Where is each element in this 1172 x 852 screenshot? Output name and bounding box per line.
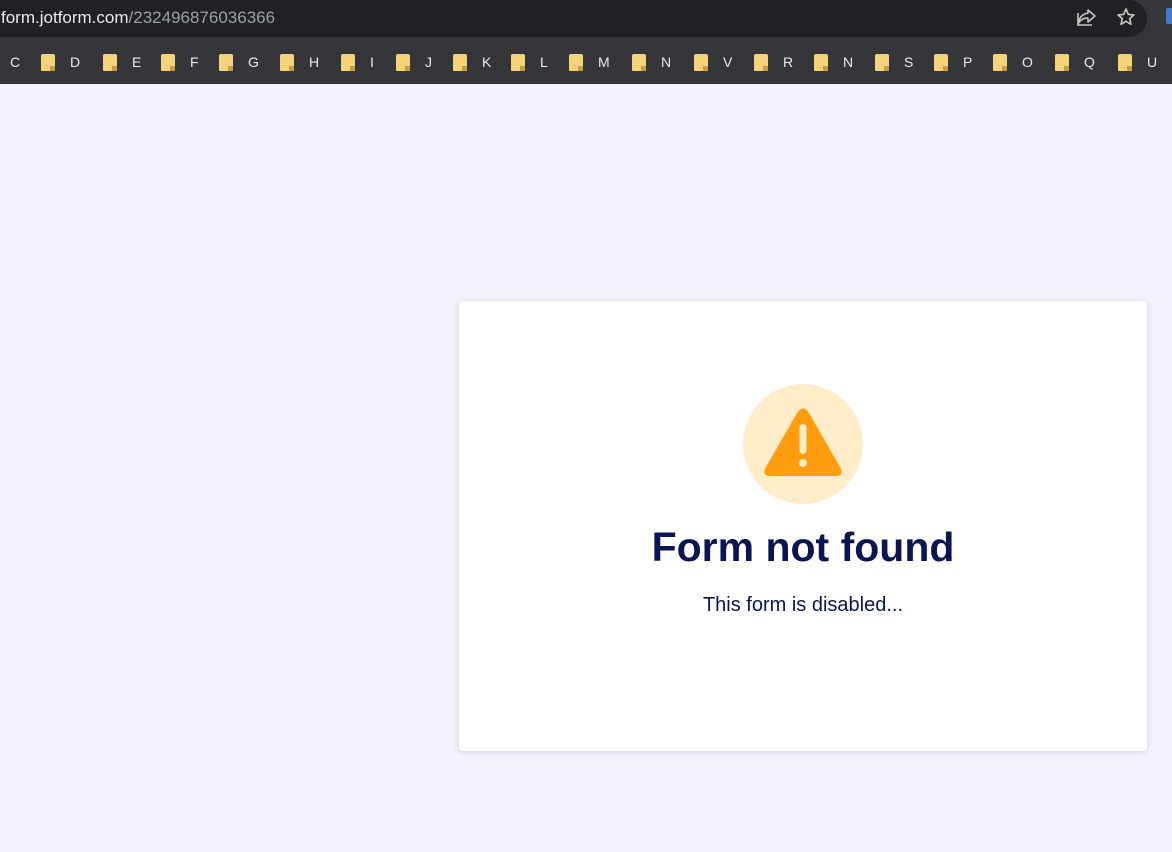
folder-icon [934,53,948,71]
star-icon[interactable] [1114,7,1138,29]
folder-icon [993,53,1007,71]
bookmark-label: F [190,54,199,70]
bookmark-label: R [783,54,794,70]
bookmark-item[interactable]: K [453,52,491,72]
bookmark-label: G [248,54,259,70]
bookmark-item[interactable]: R [754,52,793,72]
folder-icon [814,53,828,71]
bookmark-label: P [963,54,973,70]
bookmark-label: I [370,54,374,70]
bookmark-label: C [10,54,21,70]
bookmark-label: M [598,54,610,70]
share-icon[interactable] [1075,7,1099,29]
bookmark-item[interactable]: J [396,52,432,72]
bookmark-item[interactable]: M [569,52,610,72]
folder-icon [219,53,233,71]
folder-icon [694,53,708,71]
folder-icon [103,53,117,71]
browser-toolbar: form.jotform.com/232496876036366 [0,0,1172,39]
bookmark-item[interactable]: S [875,52,913,72]
bookmark-label: Q [1084,54,1095,70]
bookmark-item[interactable]: P [934,52,972,72]
bookmark-item[interactable]: G [219,52,259,72]
error-message: This form is disabled... [702,594,904,616]
folder-icon [280,53,294,71]
bookmark-label: D [70,54,81,70]
bookmark-item[interactable]: H [280,52,319,72]
warning-icon [764,408,842,476]
bookmark-label: K [482,54,492,70]
url-path: /232496876036366 [128,8,276,27]
bookmark-item[interactable]: Q [1055,52,1095,72]
bookmark-item[interactable]: V [694,52,732,72]
bookmark-label: N [661,54,672,70]
folder-icon [396,53,410,71]
bookmark-label: S [904,54,914,70]
extension-icon[interactable] [1166,8,1172,24]
folder-icon [754,53,768,71]
bookmark-label: V [723,54,733,70]
folder-icon [875,53,889,71]
url-host: form.jotform.com [1,8,129,27]
bookmark-item[interactable]: U [1118,52,1157,72]
page-title: Form not found [651,524,955,570]
bookmark-item[interactable]: C [10,52,20,72]
folder-icon [1055,53,1069,71]
bookmark-item[interactable]: I [341,52,374,72]
folder-icon [341,53,355,71]
bookmark-label: O [1022,54,1033,70]
bookmark-label: U [1147,54,1158,70]
bookmark-item[interactable]: N [814,52,853,72]
bookmark-item[interactable]: N [632,52,671,72]
bookmarks-bar: CDEFGHIJKLMNVRNSPOQU [0,39,1172,84]
bookmark-label: H [309,54,320,70]
url-text[interactable]: form.jotform.com/232496876036366 [1,8,275,28]
folder-icon [161,53,175,71]
warning-icon-container [743,384,863,504]
bookmark-item[interactable]: L [511,52,548,72]
address-bar[interactable]: form.jotform.com/232496876036366 [0,0,1147,37]
folder-icon [41,53,55,71]
bookmark-item[interactable]: D [41,52,80,72]
bookmark-item[interactable]: F [161,52,199,72]
bookmark-label: N [843,54,854,70]
folder-icon [632,53,646,71]
bookmark-item[interactable]: E [103,52,141,72]
bookmark-label: E [132,54,142,70]
bookmark-item[interactable]: O [993,52,1033,72]
bookmark-label: L [540,54,548,70]
folder-icon [453,53,467,71]
error-card: Form not found This form is disabled... [459,301,1147,751]
folder-icon [511,53,525,71]
folder-icon [569,53,583,71]
folder-icon [1118,53,1132,71]
bookmark-label: J [425,54,432,70]
